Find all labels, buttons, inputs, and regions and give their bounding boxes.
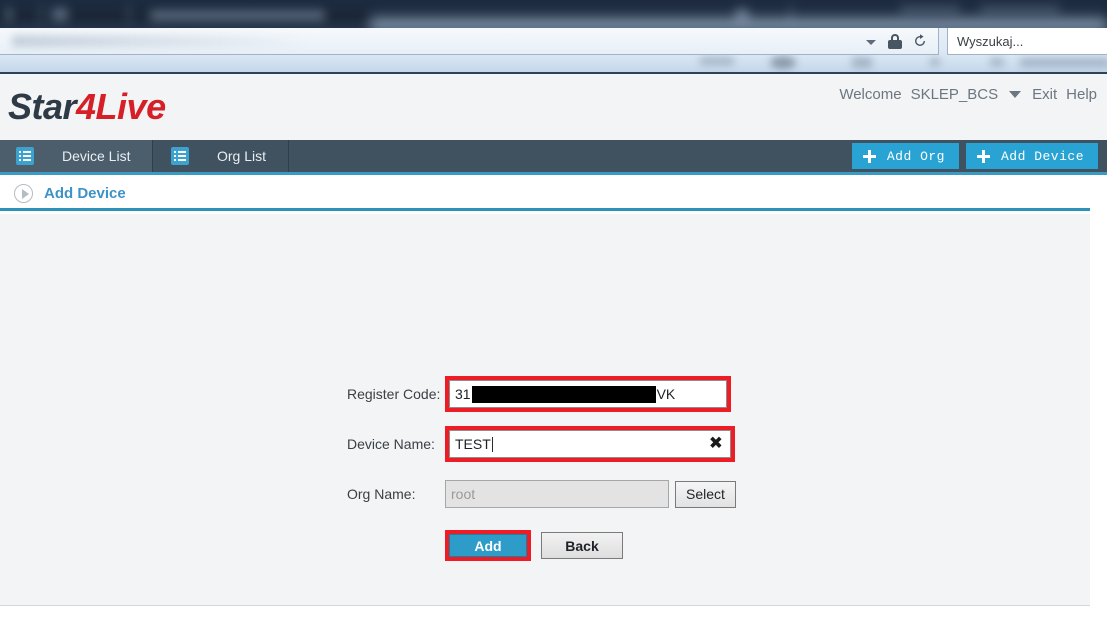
add-device-form: Register Code: 31 VK Device Name: TEST ✖ — [347, 376, 736, 561]
content-panel: Register Code: 31 VK Device Name: TEST ✖ — [0, 214, 1090, 606]
browser-tabstrip[interactable] — [0, 0, 1107, 28]
list-icon — [16, 147, 34, 165]
org-name-row: Org Name: root Select — [347, 480, 736, 508]
select-org-button[interactable]: Select — [675, 480, 736, 508]
register-code-label: Register Code: — [347, 386, 441, 402]
browser-toolbar: Wyszukaj... — [0, 28, 1107, 72]
list-icon — [171, 147, 189, 165]
org-name-input: root — [445, 480, 669, 508]
add-org-label: Add Org — [886, 148, 945, 164]
sidebar-item-device-list[interactable]: Device List — [0, 140, 154, 172]
register-code-highlight: 31 VK — [445, 376, 731, 412]
address-bar[interactable] — [0, 28, 939, 55]
exit-link[interactable]: Exit — [1032, 86, 1057, 103]
bookmarks-bar[interactable] — [0, 55, 1107, 72]
brand-logo-4live: 4Live — [76, 86, 166, 127]
register-code-prefix: 31 — [455, 386, 471, 402]
add-org-button[interactable]: Add Org — [851, 143, 959, 169]
app-header: Star4Live Welcome SKLEP_BCS Exit Help — [0, 74, 1107, 140]
chevron-down-icon[interactable] — [866, 40, 876, 45]
reload-icon[interactable] — [912, 33, 928, 49]
add-device-button[interactable]: Add Device — [965, 143, 1098, 169]
register-code-row: Register Code: 31 VK — [347, 376, 736, 412]
main-navigation-bar: Device List Org List Add Org Add Device — [0, 140, 1107, 175]
brand-logo[interactable]: Star4Live — [8, 86, 166, 128]
lock-icon — [888, 34, 902, 49]
org-name-label: Org Name: — [347, 486, 416, 502]
text-caret — [491, 436, 493, 452]
close-icon[interactable]: ✖ — [709, 435, 723, 453]
org-name-value: root — [451, 486, 476, 502]
browser-search-box[interactable]: Wyszukaj... — [947, 28, 1107, 55]
brand-logo-star: Star — [8, 86, 77, 127]
form-actions: Add Back — [445, 530, 736, 561]
plus-icon — [862, 149, 876, 163]
device-name-highlight: TEST ✖ — [445, 426, 735, 462]
nav-tab-label: Device List — [62, 148, 131, 164]
register-code-redaction — [471, 385, 656, 403]
device-name-row: Device Name: TEST ✖ — [347, 426, 736, 462]
register-code-suffix: VK — [656, 386, 676, 402]
header-user-menu: Welcome SKLEP_BCS Exit Help — [839, 86, 1097, 103]
add-device-label: Add Device — [1000, 148, 1084, 164]
back-button[interactable]: Back — [541, 532, 623, 559]
help-link[interactable]: Help — [1066, 86, 1097, 103]
add-button-highlight: Add — [445, 530, 531, 561]
sidebar-item-org-list[interactable]: Org List — [155, 140, 290, 172]
device-name-input[interactable]: TEST ✖ — [449, 430, 731, 458]
address-bar-text — [12, 35, 432, 47]
application-page: Star4Live Welcome SKLEP_BCS Exit Help De… — [0, 72, 1107, 636]
welcome-label: Welcome — [839, 86, 902, 103]
play-circle-icon — [14, 183, 33, 203]
tabstrip-blurred-content — [0, 0, 1107, 28]
chevron-down-icon[interactable] — [1009, 91, 1022, 98]
add-button[interactable]: Add — [449, 534, 527, 557]
device-name-value: TEST — [455, 436, 491, 452]
breadcrumb: Add Device — [0, 178, 1090, 211]
browser-chrome: Wyszukaj... — [0, 0, 1107, 72]
nav-tab-label: Org List — [217, 148, 267, 164]
username-label[interactable]: SKLEP_BCS — [911, 86, 999, 103]
page-title: Add Device — [44, 184, 126, 202]
register-code-input[interactable]: 31 VK — [449, 380, 727, 408]
plus-icon — [976, 149, 990, 163]
nav-action-buttons: Add Org Add Device — [851, 143, 1098, 169]
device-name-label: Device Name: — [347, 436, 435, 452]
